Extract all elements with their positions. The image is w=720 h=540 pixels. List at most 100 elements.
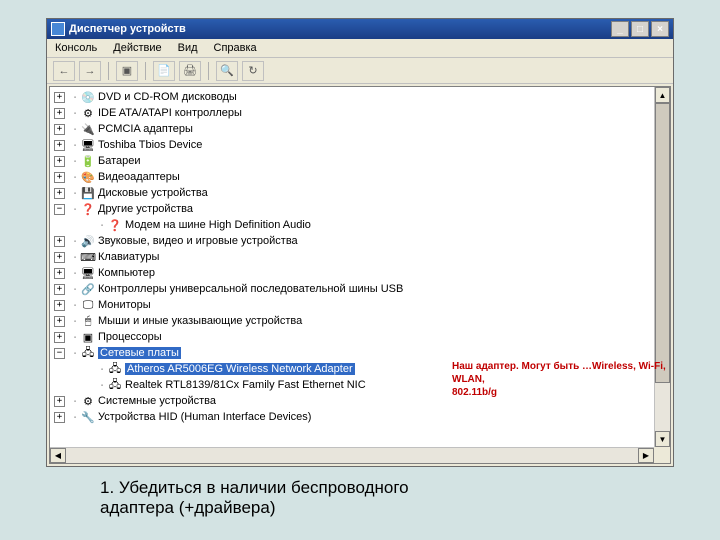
device-icon: 🔋 (81, 154, 95, 168)
device-label[interactable]: Процессоры (98, 331, 162, 343)
scroll-right-button[interactable]: ▶ (638, 448, 654, 463)
expand-icon[interactable]: + (54, 284, 65, 295)
scroll-up-button[interactable]: ▲ (655, 87, 670, 103)
device-icon: 💿 (81, 90, 95, 104)
properties-button[interactable]: 📄 (153, 61, 175, 81)
device-label[interactable]: Мониторы (98, 299, 151, 311)
scan-button[interactable]: 🔍 (216, 61, 238, 81)
collapse-icon[interactable]: − (54, 348, 65, 359)
device-label[interactable]: Компьютер (98, 267, 155, 279)
tree-node[interactable]: +·🎨Видеоадаптеры (54, 169, 670, 185)
device-label[interactable]: Батареи (98, 155, 141, 167)
expand-icon[interactable]: + (54, 396, 65, 407)
tree-node[interactable]: +·🔗Контроллеры универсальной последовате… (54, 281, 670, 297)
device-icon: ❓ (108, 218, 122, 232)
expand-icon[interactable]: + (54, 252, 65, 263)
device-label[interactable]: Модем на шине High Definition Audio (125, 219, 311, 231)
expand-icon[interactable]: + (54, 412, 65, 423)
device-label[interactable]: Системные устройства (98, 395, 216, 407)
device-label[interactable]: Устройства HID (Human Interface Devices) (98, 411, 311, 423)
tree-node[interactable]: +·🖵Мониторы (54, 297, 670, 313)
expand-icon[interactable]: + (54, 316, 65, 327)
expand-icon[interactable]: + (54, 300, 65, 311)
tree-node[interactable]: +·🖱Мыши и иные указывающие устройства (54, 313, 670, 329)
menu-action[interactable]: Действие (113, 42, 161, 54)
device-label[interactable]: Видеоадаптеры (98, 171, 180, 183)
expand-icon[interactable]: + (54, 140, 65, 151)
device-icon: 🖥 (81, 138, 95, 152)
expand-icon[interactable]: + (54, 188, 65, 199)
expand-icon[interactable]: + (54, 332, 65, 343)
tree-node[interactable]: −·🖧Сетевые платы (54, 345, 670, 361)
device-label[interactable]: Realtek RTL8139/81Cx Family Fast Etherne… (125, 379, 366, 391)
scroll-thumb-v[interactable] (655, 103, 670, 383)
tree-node[interactable]: +·🔌PCMCIA адаптеры (54, 121, 670, 137)
device-label[interactable]: IDE ATA/ATAPI контроллеры (98, 107, 242, 119)
device-icon: 🔌 (81, 122, 95, 136)
tree-node[interactable]: +·🔋Батареи (54, 153, 670, 169)
close-button[interactable]: × (651, 21, 669, 37)
toolbar: ← → ▣ 📄 🖨 🔍 ↻ (47, 58, 673, 84)
device-icon: ▣ (81, 330, 95, 344)
device-label[interactable]: Клавиатуры (98, 251, 159, 263)
device-label[interactable]: Другие устройства (98, 203, 193, 215)
device-icon: 🖧 (81, 346, 95, 360)
expand-icon[interactable]: + (54, 268, 65, 279)
device-label[interactable]: Контроллеры универсальной последовательн… (98, 283, 403, 295)
expand-icon[interactable]: + (54, 172, 65, 183)
scroll-down-button[interactable]: ▼ (655, 431, 670, 447)
expand-icon[interactable]: + (54, 124, 65, 135)
device-icon: 🖥 (81, 266, 95, 280)
scroll-left-button[interactable]: ◀ (50, 448, 66, 463)
expand-icon[interactable]: + (54, 236, 65, 247)
menu-help[interactable]: Справка (214, 42, 257, 54)
device-icon: 💾 (81, 186, 95, 200)
tree-node[interactable]: −·❓Другие устройства (54, 201, 670, 217)
tree-node[interactable]: +·⚙IDE ATA/ATAPI контроллеры (54, 105, 670, 121)
scroll-track-h[interactable] (66, 448, 638, 463)
collapse-icon[interactable]: − (54, 204, 65, 215)
device-icon: 🖵 (81, 298, 95, 312)
expand-icon[interactable]: + (54, 92, 65, 103)
tree-node[interactable]: +·▣Процессоры (54, 329, 670, 345)
tree-node[interactable]: +·🖥Компьютер (54, 265, 670, 281)
tree-node[interactable]: +·🖥Toshiba Tbios Device (54, 137, 670, 153)
menu-view[interactable]: Вид (178, 42, 198, 54)
window-icon (51, 22, 65, 36)
maximize-button[interactable]: □ (631, 21, 649, 37)
tree-node[interactable]: +·🔊Звуковые, видео и игровые устройства (54, 233, 670, 249)
device-icon: ⌨ (81, 250, 95, 264)
device-label[interactable]: Toshiba Tbios Device (98, 139, 202, 151)
tree-node[interactable]: +·💿DVD и CD-ROM дисководы (54, 89, 670, 105)
device-tree[interactable]: +·💿DVD и CD-ROM дисководы+·⚙IDE ATA/ATAP… (50, 87, 670, 463)
refresh-button[interactable]: ↻ (242, 61, 264, 81)
tree-node[interactable]: +·⌨Клавиатуры (54, 249, 670, 265)
device-label[interactable]: DVD и CD-ROM дисководы (98, 91, 237, 103)
device-label[interactable]: Дисковые устройства (98, 187, 208, 199)
tree-node[interactable]: ·❓Модем на шине High Definition Audio (54, 217, 670, 233)
device-icon: 🎨 (81, 170, 95, 184)
print-button[interactable]: 🖨 (179, 61, 201, 81)
back-button[interactable]: ← (53, 61, 75, 81)
scrollbar-horizontal[interactable]: ◀ ▶ (50, 447, 654, 463)
titlebar[interactable]: Диспетчер устройств _ □ × (47, 19, 673, 39)
tree-node[interactable]: +·🔧Устройства HID (Human Interface Devic… (54, 409, 670, 425)
device-label[interactable]: Сетевые платы (98, 347, 181, 359)
up-button[interactable]: ▣ (116, 61, 138, 81)
device-icon: 🔧 (81, 410, 95, 424)
menu-console[interactable]: Консоль (55, 42, 97, 54)
forward-button[interactable]: → (79, 61, 101, 81)
device-label[interactable]: Мыши и иные указывающие устройства (98, 315, 302, 327)
tree-node[interactable]: +·💾Дисковые устройства (54, 185, 670, 201)
expand-icon[interactable]: + (54, 108, 65, 119)
device-label[interactable]: Atheros AR5006EG Wireless Network Adapte… (125, 363, 355, 375)
device-label[interactable]: Звуковые, видео и игровые устройства (98, 235, 298, 247)
device-label[interactable]: PCMCIA адаптеры (98, 123, 193, 135)
annotation-line2: 802.11b/g (452, 386, 672, 399)
device-icon: 🖧 (108, 362, 122, 376)
device-icon: ⚙ (81, 106, 95, 120)
device-icon: 🔗 (81, 282, 95, 296)
scroll-corner (654, 447, 670, 463)
expand-icon[interactable]: + (54, 156, 65, 167)
minimize-button[interactable]: _ (611, 21, 629, 37)
